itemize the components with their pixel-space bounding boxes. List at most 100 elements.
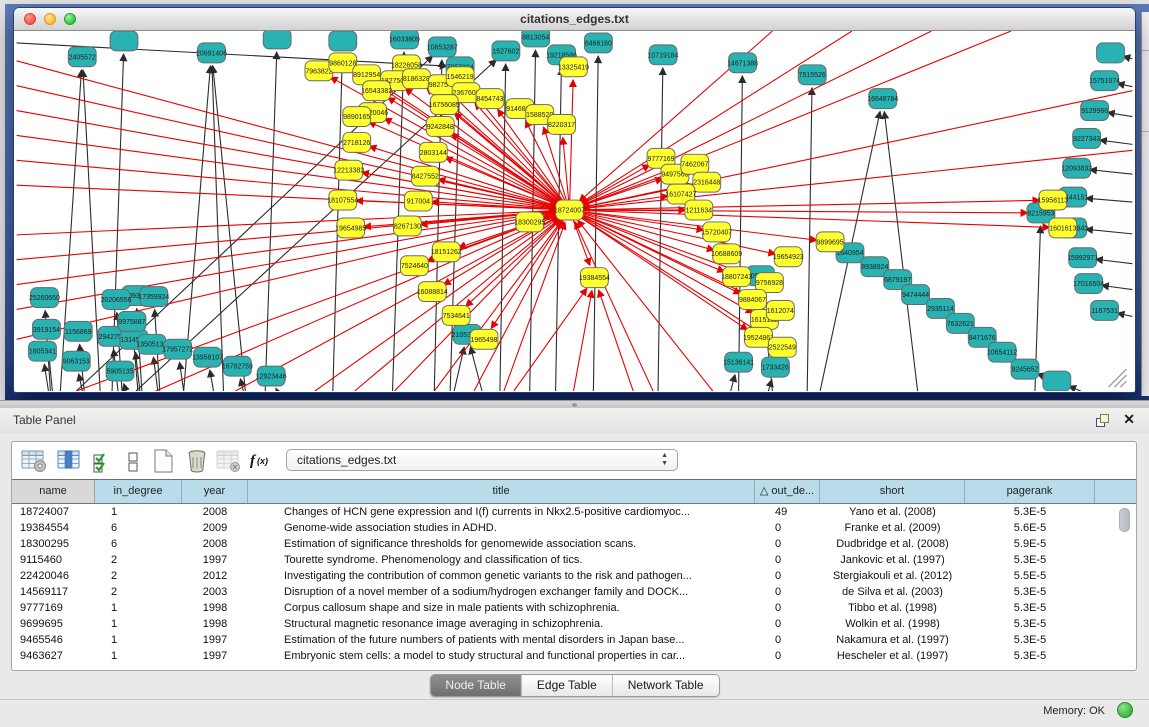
network-node[interactable]: 9129966 <box>1081 101 1109 121</box>
table-cell[interactable]: 5.3E-5 <box>965 584 1095 600</box>
table-cell[interactable]: 2 <box>95 552 182 568</box>
network-node[interactable]: 15136141 <box>723 352 754 372</box>
table-row[interactable]: 1456911722003Disruption of a novel membe… <box>12 584 1136 600</box>
column-header-in_degree[interactable]: in_degree <box>95 480 182 503</box>
table-cell[interactable]: 1 <box>95 632 182 648</box>
table-cell[interactable]: 2 <box>95 584 182 600</box>
table-cell[interactable]: 1997 <box>182 552 248 568</box>
table-cell[interactable]: de Silva et al. (2003) <box>820 584 965 600</box>
network-node[interactable]: 19654923 <box>773 247 804 267</box>
table-cell[interactable]: 1998 <box>182 600 248 616</box>
table-cell[interactable]: Tibbo et al. (1998) <box>820 600 965 616</box>
table-cell[interactable]: Tourette syndrome. Phenomenology and cla… <box>248 552 755 568</box>
table-row[interactable]: 946554611997Estimation of the future num… <box>12 632 1136 648</box>
network-node[interactable]: 18807243 <box>721 267 752 287</box>
network-node[interactable]: 12213383 <box>333 160 364 180</box>
table-cell[interactable]: 5.3E-5 <box>965 632 1095 648</box>
column-header-year[interactable]: year <box>182 480 248 503</box>
network-node[interactable]: 10653287 <box>427 37 458 57</box>
delete-icon[interactable] <box>184 448 210 473</box>
network-node[interactable]: 18151262 <box>431 242 462 262</box>
float-panel-icon[interactable] <box>1096 414 1109 427</box>
tab-edge-table[interactable]: Edge Table <box>521 675 612 696</box>
network-node[interactable]: 19384554 <box>579 268 610 288</box>
table-cell[interactable]: 19384554 <box>12 520 95 536</box>
network-node[interactable]: 18107554 <box>327 190 358 210</box>
table-cell[interactable]: 0 <box>755 584 820 600</box>
table-cell[interactable]: 2009 <box>182 520 248 536</box>
table-cell[interactable]: 5.9E-5 <box>965 536 1095 552</box>
network-node[interactable]: 2405572 <box>68 47 96 67</box>
network-node[interactable]: 17957272 <box>162 339 193 359</box>
table-cell[interactable]: 9115460 <box>12 552 95 568</box>
table-cell[interactable]: 0 <box>755 600 820 616</box>
table-cell[interactable]: Structural magnetic resonance image aver… <box>248 616 755 632</box>
network-node[interactable]: 8813054 <box>522 31 550 47</box>
network-node[interactable]: 15958113 <box>1038 190 1069 210</box>
network-node[interactable] <box>1043 371 1071 391</box>
network-node[interactable]: 15751074 <box>1089 71 1120 91</box>
network-node[interactable]: 14671388 <box>727 53 758 73</box>
table-cell[interactable]: 49 <box>755 504 820 520</box>
network-node[interactable]: 17016504 <box>1073 274 1104 294</box>
table-cell[interactable]: 9777169 <box>12 600 95 616</box>
table-cell[interactable]: 6 <box>95 520 182 536</box>
table-cell[interactable]: Stergiakouli et al. (2012) <box>820 568 965 584</box>
table-row[interactable]: 1872400712008Changes of HCN gene express… <box>12 504 1136 520</box>
table-cell[interactable]: Franke et al. (2009) <box>820 520 965 536</box>
table-row[interactable]: 969969511998Structural magnetic resonanc… <box>12 616 1136 632</box>
column-header-name[interactable]: name <box>12 480 95 503</box>
network-node[interactable]: 9227343 <box>1073 128 1101 148</box>
table-cell[interactable]: Nakamura et al. (1997) <box>820 632 965 648</box>
network-node[interactable]: 9975887 <box>118 311 146 331</box>
network-node[interactable] <box>329 31 357 51</box>
table-cell[interactable]: 5.6E-5 <box>965 520 1095 536</box>
function-builder-icon[interactable]: f(x) <box>248 448 274 473</box>
table-cell[interactable]: Estimation of the future numbers of pati… <box>248 632 755 648</box>
network-node[interactable]: 12093832 <box>1061 158 1092 178</box>
table-cell[interactable]: 0 <box>755 568 820 584</box>
network-node[interactable]: 1167531 <box>1091 301 1119 321</box>
table-cell[interactable]: 1 <box>95 504 182 520</box>
network-node[interactable]: 2718126 <box>343 132 371 152</box>
table-row[interactable]: 1830029562008Estimation of significance … <box>12 536 1136 552</box>
show-columns-icon[interactable] <box>56 448 82 473</box>
network-node[interactable]: 15992971 <box>1067 248 1098 268</box>
network-node[interactable]: 7515526 <box>798 65 826 85</box>
network-node[interactable]: 2522549 <box>768 337 796 357</box>
table-mode-icon[interactable] <box>120 448 146 473</box>
table-cell[interactable]: 0 <box>755 648 820 664</box>
network-node[interactable]: 10654112 <box>987 342 1018 362</box>
network-node[interactable]: 8220317 <box>548 115 576 135</box>
column-header-title[interactable]: title <box>248 480 755 503</box>
table-cell[interactable]: 5.3E-5 <box>965 648 1095 664</box>
table-cell[interactable]: 9699695 <box>12 616 95 632</box>
column-header-short[interactable]: short <box>820 480 965 503</box>
network-node[interactable]: 13958107 <box>192 347 223 367</box>
table-cell[interactable]: 0 <box>755 520 820 536</box>
table-cell[interactable]: Yano et al. (2008) <box>820 504 965 520</box>
network-canvas[interactable]: 2405572 20691406 16033809 10653287 78572… <box>15 31 1134 391</box>
table-cell[interactable]: 2003 <box>182 584 248 600</box>
network-node[interactable]: 8267130 <box>394 216 422 236</box>
resize-grip-icon[interactable] <box>1109 369 1127 387</box>
table-cell[interactable]: Genome-wide association studies in ADHD. <box>248 520 755 536</box>
table-cell[interactable]: 1998 <box>182 616 248 632</box>
network-node[interactable]: 16756085 <box>429 95 460 115</box>
table-cell[interactable]: Estimation of significance thresholds fo… <box>248 536 755 552</box>
network-node[interactable]: 7534641 <box>442 305 470 325</box>
table-cell[interactable]: 1 <box>95 616 182 632</box>
table-cell[interactable]: Disruption of a novel member of a sodium… <box>248 584 755 600</box>
network-node[interactable]: 8454743 <box>476 89 504 109</box>
network-node[interactable]: 9890165 <box>343 107 371 127</box>
network-node[interactable]: 1156869 <box>64 321 92 341</box>
table-cell[interactable]: 14569117 <box>12 584 95 600</box>
network-node[interactable]: 3919154 <box>33 319 61 339</box>
table-cell[interactable]: 2008 <box>182 504 248 520</box>
table-cell[interactable]: Hescheler et al. (1997) <box>820 648 965 664</box>
table-cell[interactable]: Investigating the contribution of common… <box>248 568 755 584</box>
table-cell[interactable]: 5.3E-5 <box>965 616 1095 632</box>
network-node[interactable]: 9884067 <box>739 290 767 310</box>
network-node[interactable]: 1965498 <box>470 329 498 349</box>
network-node[interactable]: 9474444 <box>902 285 930 305</box>
